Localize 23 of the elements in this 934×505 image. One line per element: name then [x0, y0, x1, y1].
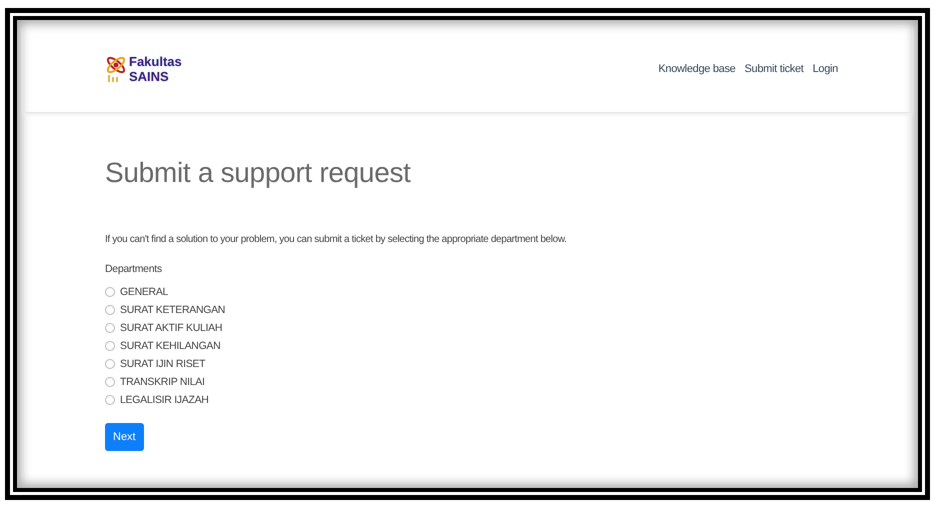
radio-button[interactable]	[105, 305, 115, 315]
next-button[interactable]: Next	[105, 423, 144, 451]
departments-label: Departments	[105, 263, 163, 275]
radio-button[interactable]	[105, 323, 115, 333]
option-label[interactable]: SURAT KEHILANGAN	[120, 340, 220, 352]
radio-button[interactable]	[105, 395, 115, 405]
nav-link[interactable]: Submit ticket	[744, 63, 804, 75]
option-label[interactable]: SURAT KETERANGAN	[120, 304, 226, 316]
logo-text: Fakultas SAINS	[129, 54, 182, 84]
radio-button[interactable]	[105, 359, 115, 369]
nav-link[interactable]: Login	[812, 63, 838, 75]
intro-text: If you can't find a solution to your problem, you can submit a ticket by selecting the appropriate department below.	[105, 234, 568, 245]
atom-logo-icon	[105, 55, 127, 83]
option-label[interactable]: LEGALISIR IJAZAH	[120, 394, 209, 406]
option-label[interactable]: TRANSKRIP NILAI	[120, 376, 205, 388]
radio-button[interactable]	[105, 377, 115, 387]
option-label[interactable]: GENERAL	[120, 286, 168, 298]
radio-button[interactable]	[105, 287, 115, 297]
radio-button[interactable]	[105, 341, 115, 351]
option-label[interactable]: SURAT IJIN RISET	[120, 358, 206, 370]
nav-link[interactable]: Knowledge base	[658, 63, 736, 75]
option-label[interactable]: SURAT AKTIF KULIAH	[120, 322, 222, 334]
page-title: Submit a support request	[105, 157, 412, 189]
